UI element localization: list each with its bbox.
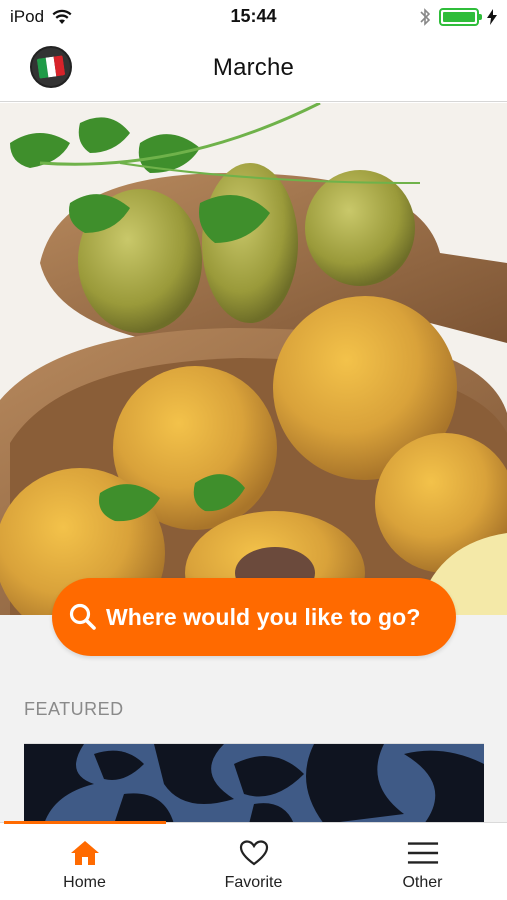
hero-image <box>0 103 507 615</box>
featured-card[interactable] <box>24 743 484 823</box>
search-button[interactable]: Where would you like to go? <box>52 578 456 656</box>
charging-bolt-icon <box>487 9 497 25</box>
page-title: Marche <box>212 54 295 81</box>
home-icon <box>69 838 101 868</box>
featured-card-image <box>24 744 484 823</box>
heart-icon <box>238 838 270 868</box>
battery-fill <box>443 12 475 22</box>
tab-bar: Home Favorite Other <box>0 821 507 900</box>
battery-icon <box>439 8 482 26</box>
bluetooth-icon <box>420 8 431 26</box>
status-bar: iPod 15:44 <box>0 0 507 36</box>
hero-illustration <box>0 103 507 615</box>
tab-favorite-label: Favorite <box>224 874 283 891</box>
tab-favorite[interactable]: Favorite <box>169 823 338 900</box>
menu-icon <box>407 838 439 868</box>
section-title-featured: FEATURED <box>24 699 124 719</box>
status-right <box>419 7 497 27</box>
nav-bar: Marche <box>0 36 507 102</box>
search-placeholder: Where would you like to go? <box>106 603 421 630</box>
tab-home[interactable]: Home <box>0 823 169 900</box>
tab-other[interactable]: Other <box>338 823 507 900</box>
tab-home-label: Home <box>63 874 106 891</box>
tab-other-label: Other <box>402 874 443 891</box>
search-icon <box>69 603 96 630</box>
